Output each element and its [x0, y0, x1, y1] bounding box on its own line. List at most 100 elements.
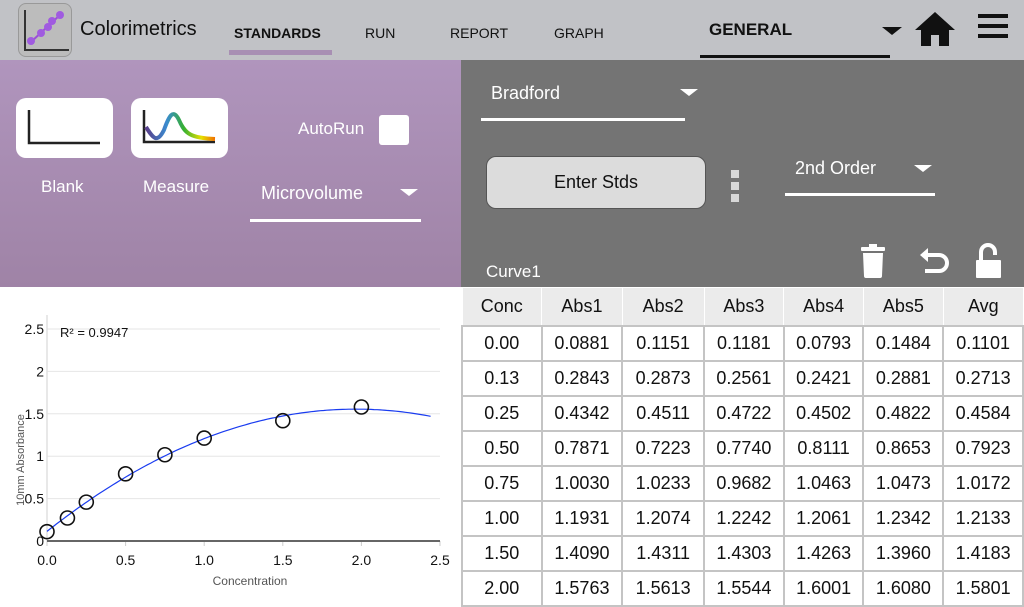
table-row[interactable]: 0.50 0.7871 0.7223 0.7740 0.8111 0.8653 0.7923 [461, 430, 1024, 467]
table-cell[interactable]: 0.1181 [703, 325, 785, 362]
standards-panel: Bradford Enter Stds 2nd Order Curve1 [461, 60, 1024, 287]
table-cell[interactable]: 0.25 [461, 395, 543, 432]
table-cell[interactable]: 0.4511 [621, 395, 706, 432]
table-cell[interactable]: 1.4263 [782, 535, 865, 572]
table-cell[interactable]: 1.50 [461, 535, 543, 572]
table-cell[interactable]: 1.0030 [540, 465, 624, 502]
column-header: Abs1 [541, 288, 623, 326]
menu-icon[interactable] [978, 14, 1008, 44]
tab-graph[interactable]: GRAPH [554, 25, 604, 41]
table-cell[interactable]: 0.75 [461, 465, 543, 502]
chevron-down-icon[interactable] [400, 189, 418, 196]
table-cell[interactable]: 0.13 [461, 360, 543, 397]
column-header: Abs4 [783, 288, 864, 326]
table-row[interactable]: 0.13 0.2843 0.2873 0.2561 0.2421 0.2881 0.2713 [461, 360, 1024, 397]
table-cell[interactable]: 0.9682 [703, 465, 785, 502]
table-cell[interactable]: 2.00 [461, 570, 543, 607]
table-cell[interactable]: 0.8653 [862, 430, 945, 467]
table-cell[interactable]: 0.4584 [942, 395, 1024, 432]
table-cell[interactable]: 1.2342 [862, 500, 945, 537]
table-cell[interactable]: 1.3960 [862, 535, 945, 572]
column-header: Avg [942, 288, 1023, 326]
x-tick-label: 1.0 [194, 552, 214, 568]
y-tick-label: 1 [36, 448, 44, 464]
mode-dropdown-underline [700, 55, 890, 58]
table-cell[interactable]: 1.2133 [942, 500, 1024, 537]
tab-run[interactable]: RUN [365, 25, 395, 41]
chevron-down-icon[interactable] [680, 89, 698, 96]
table-cell[interactable]: 1.6001 [782, 570, 865, 607]
table-cell[interactable]: 0.7223 [621, 430, 706, 467]
table-cell[interactable]: 0.0793 [782, 325, 865, 362]
table-row[interactable]: 0.00 0.0881 0.1151 0.1181 0.0793 0.1484 0.1101 [461, 325, 1024, 362]
x-tick-label: 0.5 [116, 552, 136, 568]
table-cell[interactable]: 0.2421 [782, 360, 865, 397]
chevron-down-icon[interactable] [914, 165, 932, 172]
table-cell[interactable]: 0.50 [461, 430, 543, 467]
table-cell[interactable]: 0.2881 [862, 360, 945, 397]
sample-type-dropdown[interactable]: Microvolume [261, 183, 363, 204]
table-cell[interactable]: 1.4303 [703, 535, 785, 572]
top-bar: Colorimetrics STANDARDS RUN REPORT GRAPH… [0, 0, 1024, 60]
table-cell[interactable]: 0.0881 [540, 325, 624, 362]
table-row[interactable]: 1.50 1.4090 1.4311 1.4303 1.4263 1.3960 1.4183 [461, 535, 1024, 572]
table-cell[interactable]: 1.0463 [782, 465, 865, 502]
table-cell[interactable]: 1.2074 [621, 500, 706, 537]
table-cell[interactable]: 1.2061 [782, 500, 865, 537]
trash-icon[interactable] [859, 243, 889, 279]
table-cell[interactable]: 1.2242 [703, 500, 785, 537]
column-header: Abs3 [703, 288, 784, 326]
table-cell[interactable]: 0.00 [461, 325, 543, 362]
table-cell[interactable]: 1.1931 [540, 500, 624, 537]
table-cell[interactable]: 0.4722 [703, 395, 785, 432]
table-cell[interactable]: 1.5613 [621, 570, 706, 607]
table-row[interactable]: 0.25 0.4342 0.4511 0.4722 0.4502 0.4822 0.4584 [461, 395, 1024, 432]
table-cell[interactable]: 0.4342 [540, 395, 624, 432]
enter-stds-button[interactable]: Enter Stds [486, 156, 706, 209]
table-row[interactable]: 0.75 1.0030 1.0233 0.9682 1.0463 1.0473 1.0172 [461, 465, 1024, 502]
table-cell[interactable]: 1.5544 [703, 570, 785, 607]
table-cell[interactable]: 1.0473 [862, 465, 945, 502]
table-cell[interactable]: 1.4090 [540, 535, 624, 572]
table-cell[interactable]: 1.4311 [621, 535, 706, 572]
undo-icon[interactable] [917, 245, 951, 279]
table-cell[interactable]: 1.0172 [942, 465, 1024, 502]
autorun-checkbox[interactable] [379, 115, 409, 145]
table-cell[interactable]: 1.5801 [942, 570, 1024, 607]
table-cell[interactable]: 0.4502 [782, 395, 865, 432]
measure-button[interactable] [131, 98, 228, 158]
table-cell[interactable]: 1.0233 [621, 465, 706, 502]
fit-order-dropdown[interactable]: 2nd Order [795, 158, 876, 179]
table-cell[interactable]: 0.7923 [942, 430, 1024, 467]
x-tick-label: 0.0 [37, 552, 57, 568]
autorun-label: AutoRun [298, 119, 365, 138]
assay-dropdown[interactable]: Bradford [491, 83, 560, 104]
table-cell[interactable]: 0.2873 [621, 360, 706, 397]
table-row[interactable]: 2.00 1.5763 1.5613 1.5544 1.6001 1.6080 1.5801 [461, 570, 1024, 607]
table-cell[interactable]: 0.1101 [942, 325, 1024, 362]
home-icon[interactable] [914, 10, 956, 48]
table-cell[interactable]: 0.2561 [703, 360, 785, 397]
tab-standards[interactable]: STANDARDS [234, 25, 321, 41]
tab-report[interactable]: REPORT [450, 25, 508, 41]
mode-dropdown[interactable]: GENERAL [709, 20, 792, 40]
table-cell[interactable]: 0.1151 [621, 325, 706, 362]
table-cell[interactable]: 0.7740 [703, 430, 785, 467]
table-row[interactable]: 1.00 1.1931 1.2074 1.2242 1.2061 1.2342 1.2133 [461, 500, 1024, 537]
table-cell[interactable]: 0.2713 [942, 360, 1024, 397]
chevron-down-icon[interactable] [882, 27, 902, 35]
table-cell[interactable]: 0.8111 [782, 430, 865, 467]
table-cell[interactable]: 1.6080 [862, 570, 945, 607]
more-options-icon[interactable] [731, 170, 739, 206]
table-cell[interactable]: 1.4183 [942, 535, 1024, 572]
blank-button[interactable] [16, 98, 113, 158]
table-cell[interactable]: 0.4822 [862, 395, 945, 432]
table-cell[interactable]: 0.1484 [862, 325, 945, 362]
table-cell[interactable]: 0.2843 [540, 360, 624, 397]
table-cell[interactable]: 1.5763 [540, 570, 624, 607]
y-tick-label: 2 [36, 363, 44, 379]
table-cell[interactable]: 1.00 [461, 500, 543, 537]
app-logo-icon [18, 3, 72, 57]
lock-icon[interactable] [973, 242, 1003, 280]
table-cell[interactable]: 0.7871 [540, 430, 624, 467]
